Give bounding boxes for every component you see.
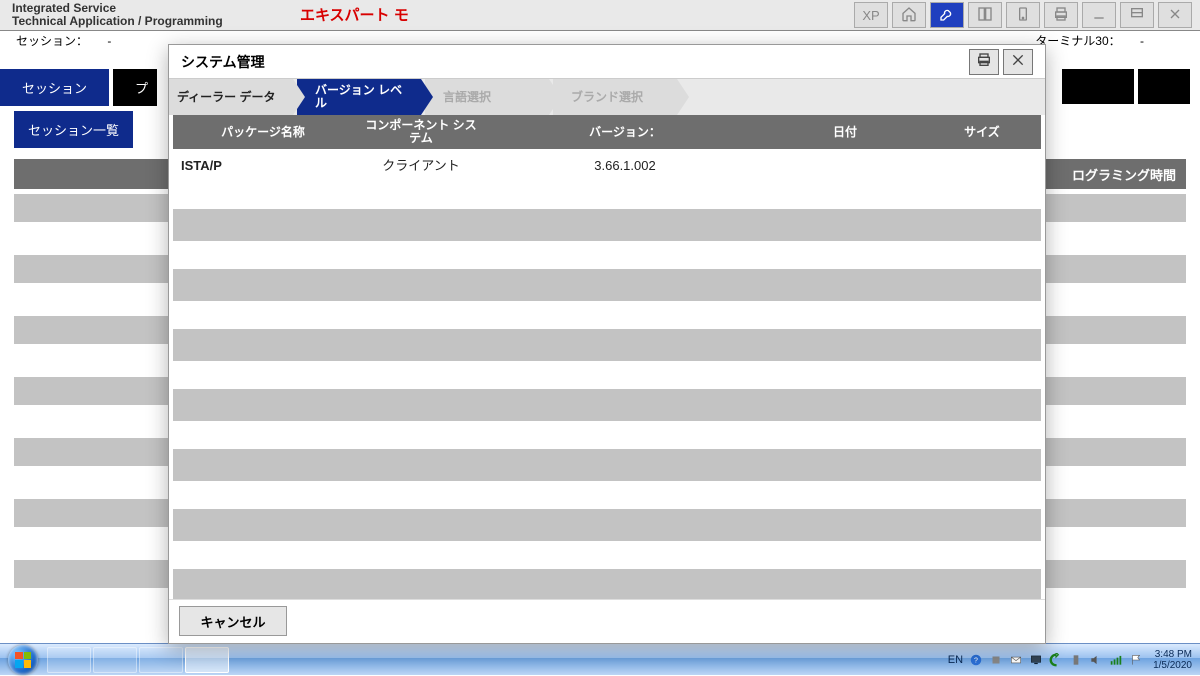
home-button[interactable] [892, 2, 926, 28]
close-icon [1010, 52, 1026, 71]
col-version: バージョン： [489, 115, 761, 149]
tab-session[interactable]: セッション [0, 69, 109, 106]
settings-icon [1129, 6, 1145, 25]
dialog-print-button[interactable] [969, 49, 999, 75]
cell-component: クライアント [353, 149, 489, 181]
dialog-titlebar: システム管理 [169, 45, 1045, 79]
table-row-empty [173, 509, 1041, 541]
header-toolbar: XP [780, 0, 1200, 30]
expert-mode-label: エキスパート モ [300, 0, 780, 30]
app-title: Integrated Service Technical Application… [0, 0, 300, 30]
col-size: サイズ [929, 115, 1035, 149]
cell-package: ISTA/P [173, 149, 353, 181]
tray-lang[interactable]: EN [948, 654, 963, 666]
tab-dealer-data[interactable]: ディーラー データ [169, 79, 293, 115]
col-component: コンポーネント システム [353, 115, 489, 149]
taskbar-app-ie[interactable] [47, 647, 91, 673]
start-button[interactable] [0, 644, 46, 676]
cell-size [929, 149, 1035, 181]
col-package: パッケージ名称 [173, 115, 353, 149]
minimize-icon [1091, 6, 1107, 25]
main-area: セッション プ セッション一覧 ログラミング時間 システム管理 ディーラー デー… [0, 49, 1200, 624]
wrench-icon [939, 6, 955, 25]
print-icon [976, 52, 992, 71]
app-header: Integrated Service Technical Application… [0, 0, 1200, 31]
svg-text:?: ? [974, 657, 978, 664]
table-row-empty [173, 209, 1041, 241]
device-icon [1015, 6, 1031, 25]
table-row-empty [173, 449, 1041, 481]
version-table-head: パッケージ名称 コンポーネント システム バージョン： 日付 サイズ [173, 115, 1041, 149]
table-row-empty [173, 269, 1041, 301]
table-row-empty [173, 569, 1041, 599]
minimize-button[interactable] [1082, 2, 1116, 28]
cancel-button[interactable]: キャンセル [179, 606, 287, 636]
system-tray[interactable]: EN ? [948, 653, 1145, 667]
monitor-icon[interactable] [1029, 653, 1043, 667]
table-row[interactable]: ISTA/P クライアント 3.66.1.002 [173, 149, 1041, 181]
col-date: 日付 [761, 115, 929, 149]
bg-black-2 [1138, 69, 1190, 104]
usb-icon[interactable] [1069, 653, 1083, 667]
tab-brand[interactable]: ブランド選択 [553, 79, 677, 115]
close-icon [1167, 6, 1183, 25]
taskbar-app-media[interactable] [139, 647, 183, 673]
shield-icon[interactable] [989, 653, 1003, 667]
print-icon [1053, 6, 1069, 25]
flag-icon[interactable] [1129, 653, 1143, 667]
xp-button[interactable]: XP [854, 2, 888, 28]
dialog-tabs: ディーラー データ バージョン レベル 言語選択 ブランド選択 [169, 79, 1045, 115]
bg-col-progtime: ログラミング時間 [1056, 159, 1186, 189]
help-tray-icon[interactable]: ? [969, 653, 983, 667]
taskbar-app-explorer[interactable] [93, 647, 137, 673]
wrench-button[interactable] [930, 2, 964, 28]
cell-date [761, 149, 929, 181]
home-icon [901, 6, 917, 25]
version-table-body: ISTA/P クライアント 3.66.1.002 [173, 149, 1041, 599]
volume-icon[interactable] [1089, 653, 1103, 667]
tab-version-level[interactable]: バージョン レベル [297, 79, 421, 115]
bg-tabs: セッション プ [0, 69, 161, 106]
system-admin-dialog: システム管理 ディーラー データ バージョン レベル 言語選択 ブランド選択 パ… [168, 44, 1046, 644]
dialog-body: パッケージ名称 コンポーネント システム バージョン： 日付 サイズ ISTA/… [169, 115, 1045, 599]
clock-time: 3:48 PM [1153, 649, 1192, 660]
print-button[interactable] [1044, 2, 1078, 28]
session-label: セッション： - [0, 31, 127, 49]
dialog-title: システム管理 [181, 52, 265, 72]
tab-partial[interactable]: プ [113, 69, 157, 106]
device-button[interactable] [1006, 2, 1040, 28]
help-icon [977, 6, 993, 25]
mail-icon[interactable] [1009, 653, 1023, 667]
taskbar-clock[interactable]: 3:48 PM 1/5/2020 [1145, 649, 1200, 671]
windows-logo-icon [8, 645, 38, 675]
refresh-icon[interactable] [1049, 653, 1063, 667]
dialog-close-button[interactable] [1003, 49, 1033, 75]
bg-black-1 [1062, 69, 1134, 104]
network-icon[interactable] [1109, 653, 1123, 667]
cell-version: 3.66.1.002 [489, 149, 761, 181]
help-button[interactable] [968, 2, 1002, 28]
terminal-label: ターミナル30： - [1019, 31, 1200, 49]
close-button[interactable] [1158, 2, 1192, 28]
table-row-empty [173, 329, 1041, 361]
windows-taskbar: EN ? 3:48 PM 1/5/2020 [0, 643, 1200, 675]
dialog-footer: キャンセル [169, 599, 1045, 643]
taskbar-app-active[interactable] [185, 647, 229, 673]
tab-language[interactable]: 言語選択 [425, 79, 549, 115]
app-title-line2: Technical Application / Programming [12, 15, 288, 28]
settings-button[interactable] [1120, 2, 1154, 28]
table-row-empty [173, 389, 1041, 421]
sub-session-list[interactable]: セッション一覧 [14, 111, 133, 148]
clock-date: 1/5/2020 [1153, 660, 1192, 671]
